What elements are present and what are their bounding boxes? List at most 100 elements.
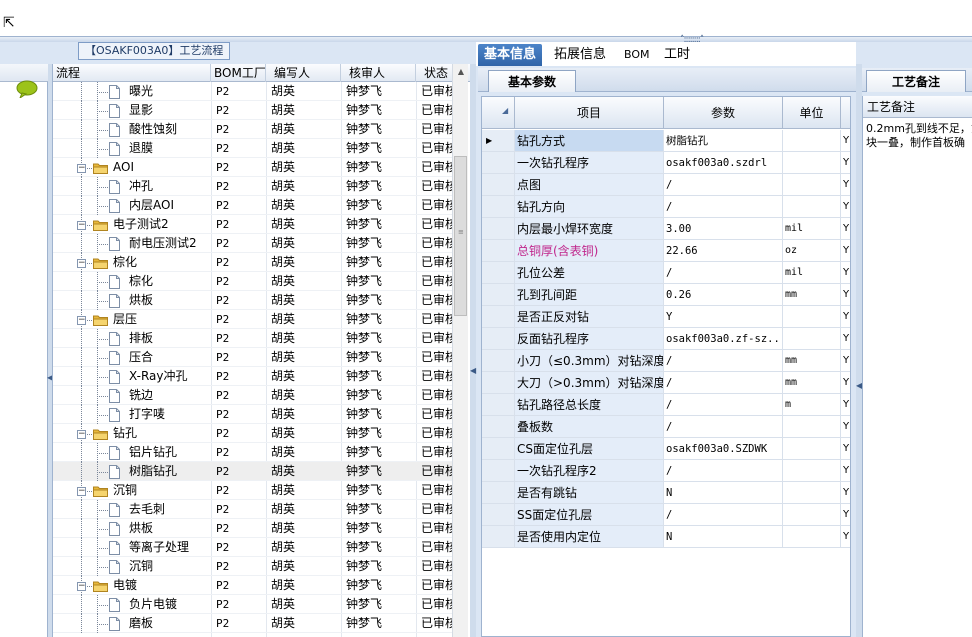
param-unit-cell[interactable]: [783, 152, 841, 174]
tree-row[interactable]: 耐电压测试2 P2 胡英 钟梦飞 已审核: [53, 234, 453, 253]
column-flow[interactable]: 流程: [53, 64, 211, 82]
param-value-cell[interactable]: /: [664, 174, 783, 196]
tree-row[interactable]: 冲孔 P2 胡英 钟梦飞 已审核: [53, 177, 453, 196]
row-indicator[interactable]: [482, 152, 515, 174]
tree-node-label[interactable]: AOI: [113, 158, 134, 177]
param-unit-cell[interactable]: [783, 438, 841, 460]
param-row[interactable]: ▶ 钻孔方式 树脂钻孔 Y: [482, 130, 850, 152]
tree-row[interactable]: − 钻孔 P2 胡英 钟梦飞 已审核: [53, 424, 453, 443]
tree-row[interactable]: − 沉铜 P2 胡英 钟梦飞 已审核: [53, 481, 453, 500]
column-author[interactable]: 编写人: [266, 64, 341, 82]
row-indicator[interactable]: [482, 438, 515, 460]
tree-row[interactable]: − 电子测试2 P2 胡英 钟梦飞 已审核: [53, 215, 453, 234]
tree-row[interactable]: 排板 P2 胡英 钟梦飞 已审核: [53, 329, 453, 348]
param-value-cell[interactable]: 0.26: [664, 284, 783, 306]
param-unit-cell[interactable]: mm: [783, 284, 841, 306]
tree-row[interactable]: 曝光 P2 胡英 钟梦飞 已审核: [53, 82, 453, 101]
row-indicator[interactable]: [482, 394, 515, 416]
tree-row[interactable]: 去毛刺 P2 胡英 钟梦飞 已审核: [53, 500, 453, 519]
scroll-thumb[interactable]: ≡: [454, 156, 467, 316]
tree-row[interactable]: − 层压 P2 胡英 钟梦飞 已审核: [53, 310, 453, 329]
tree-node-label[interactable]: 铣边: [129, 386, 153, 405]
tree-row[interactable]: 树脂钻孔 P2 胡英 钟梦飞 已审核: [53, 462, 453, 481]
tree-expander-icon[interactable]: −: [77, 430, 86, 439]
tree-node-label[interactable]: 棕化: [129, 272, 153, 291]
tree-node-label[interactable]: 排板: [129, 329, 153, 348]
param-row[interactable]: 钻孔路径总长度 / m Y: [482, 394, 850, 416]
tab-basic-info[interactable]: 基本信息: [478, 44, 543, 66]
row-indicator[interactable]: [482, 306, 515, 328]
tree-row[interactable]: 等离子处理 P2 胡英 钟梦飞 已审核: [53, 538, 453, 557]
tree-row[interactable]: 烘板 P2 胡英 钟梦飞 已审核: [53, 291, 453, 310]
tree-node-label[interactable]: 退膜: [129, 139, 153, 158]
param-value-cell[interactable]: 3.00: [664, 218, 783, 240]
tree-row[interactable]: 压合 P2 胡英 钟梦飞 已审核: [53, 348, 453, 367]
param-row[interactable]: 是否使用内定位 N Y: [482, 526, 850, 548]
column-reviewer[interactable]: 核审人: [341, 64, 416, 82]
param-unit-cell[interactable]: mil: [783, 218, 841, 240]
column-bom-factory[interactable]: BOM工厂: [211, 64, 266, 82]
tree-node-label[interactable]: 钻孔: [113, 424, 137, 443]
tree-node-label[interactable]: 沉铜: [113, 481, 137, 500]
tree-node-label[interactable]: 烘板: [129, 519, 153, 538]
row-indicator[interactable]: [482, 350, 515, 372]
param-value-cell[interactable]: 树脂钻孔: [664, 130, 783, 152]
param-value-cell[interactable]: osakf003a0.zf-sz...: [664, 328, 783, 350]
chat-bubble-icon[interactable]: [16, 80, 38, 98]
param-value-cell[interactable]: N: [664, 526, 783, 548]
row-indicator[interactable]: [482, 460, 515, 482]
tree-node-label[interactable]: 层压: [113, 310, 137, 329]
tree-expander-icon[interactable]: −: [77, 487, 86, 496]
tree-row[interactable]: 酸性蚀刻 P2 胡英 钟梦飞 已审核: [53, 120, 453, 139]
tree-node-label[interactable]: X-Ray冲孔: [129, 367, 187, 386]
row-indicator[interactable]: [482, 372, 515, 394]
param-row[interactable]: SS面定位孔层 / Y: [482, 504, 850, 526]
param-row[interactable]: 钻孔方向 / Y: [482, 196, 850, 218]
param-row[interactable]: 是否正反对钻 Y Y: [482, 306, 850, 328]
tree-row[interactable]: − 电镀 P2 胡英 钟梦飞 已审核: [53, 576, 453, 595]
tree-row[interactable]: 显影 P2 胡英 钟梦飞 已审核: [53, 101, 453, 120]
row-indicator[interactable]: [482, 328, 515, 350]
param-row[interactable]: 一次钻孔程序 osakf003a0.szdrl Y: [482, 152, 850, 174]
param-row[interactable]: 一次钻孔程序2/ Y: [482, 460, 850, 482]
tree-node-label[interactable]: 烘板: [129, 291, 153, 310]
row-indicator[interactable]: [482, 504, 515, 526]
tree-expander-icon[interactable]: −: [77, 582, 86, 591]
param-row[interactable]: 大刀（>0.3mm）对钻深度 / mm Y: [482, 372, 850, 394]
param-row[interactable]: 孔到孔间距 0.26 mm Y: [482, 284, 850, 306]
tree-node-label[interactable]: 压合: [129, 348, 153, 367]
param-unit-cell[interactable]: [783, 328, 841, 350]
param-unit-cell[interactable]: [783, 526, 841, 548]
param-row[interactable]: 孔位公差 / mil Y: [482, 262, 850, 284]
collapse-arrow-icon[interactable]: ◀: [470, 366, 476, 375]
param-value-cell[interactable]: /: [664, 372, 783, 394]
tree-row[interactable]: X-Ray冲孔 P2 胡英 钟梦飞 已审核: [53, 367, 453, 386]
param-value-cell[interactable]: /: [664, 350, 783, 372]
tab-extended-info[interactable]: 拓展信息: [548, 44, 612, 66]
tree-node-label[interactable]: 树脂钻孔: [129, 462, 177, 481]
param-unit-cell[interactable]: [783, 504, 841, 526]
tree-row[interactable]: 铣边 P2 胡英 钟梦飞 已审核: [53, 386, 453, 405]
tree-node-label[interactable]: 曝光: [129, 82, 153, 101]
tree-node-label[interactable]: 沉铜: [129, 557, 153, 576]
process-notes-text[interactable]: 0.2mm孔到线不足，第 块一叠，制作首板确: [866, 122, 972, 150]
tree-row[interactable]: 铝片钻孔 P2 胡英 钟梦飞 已审核: [53, 443, 453, 462]
tree-row[interactable]: 棕化 P2 胡英 钟梦飞 已审核: [53, 272, 453, 291]
param-value-cell[interactable]: N: [664, 482, 783, 504]
tab-basic-params[interactable]: 基本参数: [488, 70, 576, 92]
tree-row[interactable]: 沉铜 P2 胡英 钟梦飞 已审核: [53, 557, 453, 576]
tree-node-label[interactable]: 内层AOI: [129, 196, 174, 215]
param-unit-cell[interactable]: [783, 306, 841, 328]
row-indicator[interactable]: [482, 174, 515, 196]
param-row[interactable]: 叠板数 / Y: [482, 416, 850, 438]
param-row[interactable]: 是否有跳钻 N Y: [482, 482, 850, 504]
column-status[interactable]: 状态: [416, 64, 456, 82]
param-row[interactable]: 小刀（≤0.3mm）对钻深度 / mm Y: [482, 350, 850, 372]
row-indicator[interactable]: [482, 218, 515, 240]
tree-node-label[interactable]: 电子测试2: [113, 215, 169, 234]
column-item[interactable]: 项目: [515, 97, 664, 129]
param-unit-cell[interactable]: mil: [783, 262, 841, 284]
tree-node-label[interactable]: 去毛刺: [129, 500, 165, 519]
param-unit-cell[interactable]: [783, 460, 841, 482]
param-value-cell[interactable]: Y: [664, 306, 783, 328]
